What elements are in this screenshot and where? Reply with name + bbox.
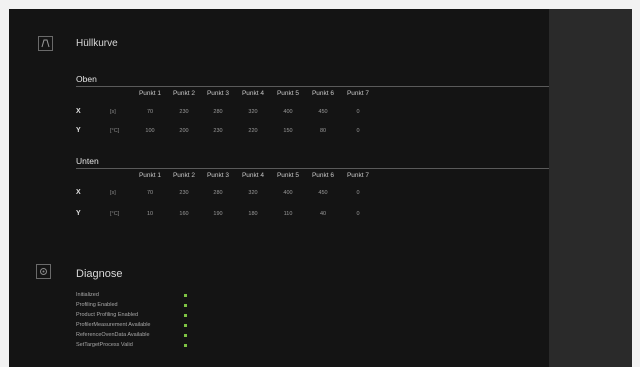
row-unit: [°C] (110, 128, 120, 134)
table-cell: 320 (248, 109, 258, 115)
table-cell: 280 (213, 109, 223, 115)
status-indicator (184, 314, 187, 317)
row-label: Y (76, 210, 81, 217)
table-cell: 0 (356, 190, 360, 196)
column-header: Punkt 4 (241, 172, 265, 179)
column-header: Punkt 2 (172, 90, 196, 97)
diagnose-item-label: Profiling Enabled (76, 302, 118, 308)
status-indicator (184, 304, 187, 307)
column-header: Punkt 3 (206, 90, 230, 97)
status-indicator (184, 344, 187, 347)
column-header: Punkt 3 (206, 172, 230, 179)
side-panel (549, 9, 632, 367)
table-cell: 400 (283, 190, 293, 196)
diagnose-item-label: Initialized (76, 292, 99, 298)
status-indicator (184, 334, 187, 337)
divider (76, 86, 549, 87)
screen: Hüllkurve Oben Punkt 1 Punkt 2 Punkt 3 Punk… (9, 9, 632, 367)
table-cell: 10 (146, 211, 154, 217)
divider (76, 168, 549, 169)
column-header: Punkt 4 (241, 90, 265, 97)
section-title-huellkurve: Hüllkurve (76, 38, 118, 49)
table-cell: 220 (248, 128, 258, 134)
curve-icon (38, 36, 53, 51)
column-header: Punkt 6 (311, 172, 335, 179)
table-cell: 70 (146, 109, 154, 115)
table-cell: 200 (179, 128, 189, 134)
gear-icon (36, 264, 51, 279)
row-label: X (76, 108, 81, 115)
table-cell: 450 (318, 109, 328, 115)
diagnose-item-label: Product Profiling Enabled (76, 312, 139, 318)
table-cell: 400 (283, 109, 293, 115)
table-cell: 80 (319, 128, 327, 134)
column-header: Punkt 1 (138, 172, 162, 179)
diagnose-item-label: ReferenceOvenData Available (76, 332, 150, 338)
unten-title: Unten (76, 156, 99, 166)
row-unit: [s] (110, 109, 116, 115)
table-cell: 280 (213, 190, 223, 196)
table-cell: 160 (179, 211, 189, 217)
table-cell: 190 (213, 211, 223, 217)
diagnose-item-label: SetTargetProcess Valid (76, 342, 133, 348)
column-header: Punkt 5 (276, 172, 300, 179)
status-indicator (184, 294, 187, 297)
table-cell: 230 (179, 109, 189, 115)
column-header: Punkt 7 (346, 172, 370, 179)
table-cell: 110 (283, 211, 293, 217)
diagnose-item-label: ProfilerMeasurement Available (76, 322, 151, 328)
column-header: Punkt 1 (138, 90, 162, 97)
row-unit: [°C] (110, 211, 120, 217)
main-panel: Hüllkurve Oben Punkt 1 Punkt 2 Punkt 3 Punk… (9, 9, 549, 367)
table-cell: 230 (179, 190, 189, 196)
table-cell: 230 (213, 128, 223, 134)
row-unit: [s] (110, 190, 116, 196)
status-indicator (184, 324, 187, 327)
table-cell: 40 (319, 211, 327, 217)
table-cell: 70 (146, 190, 154, 196)
oben-title: Oben (76, 74, 97, 84)
column-header: Punkt 7 (346, 90, 370, 97)
table-cell: 0 (356, 128, 360, 134)
table-cell: 100 (145, 128, 155, 134)
table-cell: 180 (248, 211, 258, 217)
table-cell: 150 (283, 128, 293, 134)
column-header: Punkt 6 (311, 90, 335, 97)
row-label: Y (76, 127, 81, 134)
column-header: Punkt 5 (276, 90, 300, 97)
table-cell: 320 (248, 190, 258, 196)
column-header: Punkt 2 (172, 172, 196, 179)
section-title-diagnose: Diagnose (76, 268, 123, 280)
row-label: X (76, 189, 81, 196)
table-cell: 450 (318, 190, 328, 196)
table-cell: 0 (356, 109, 360, 115)
table-cell: 0 (356, 211, 360, 217)
